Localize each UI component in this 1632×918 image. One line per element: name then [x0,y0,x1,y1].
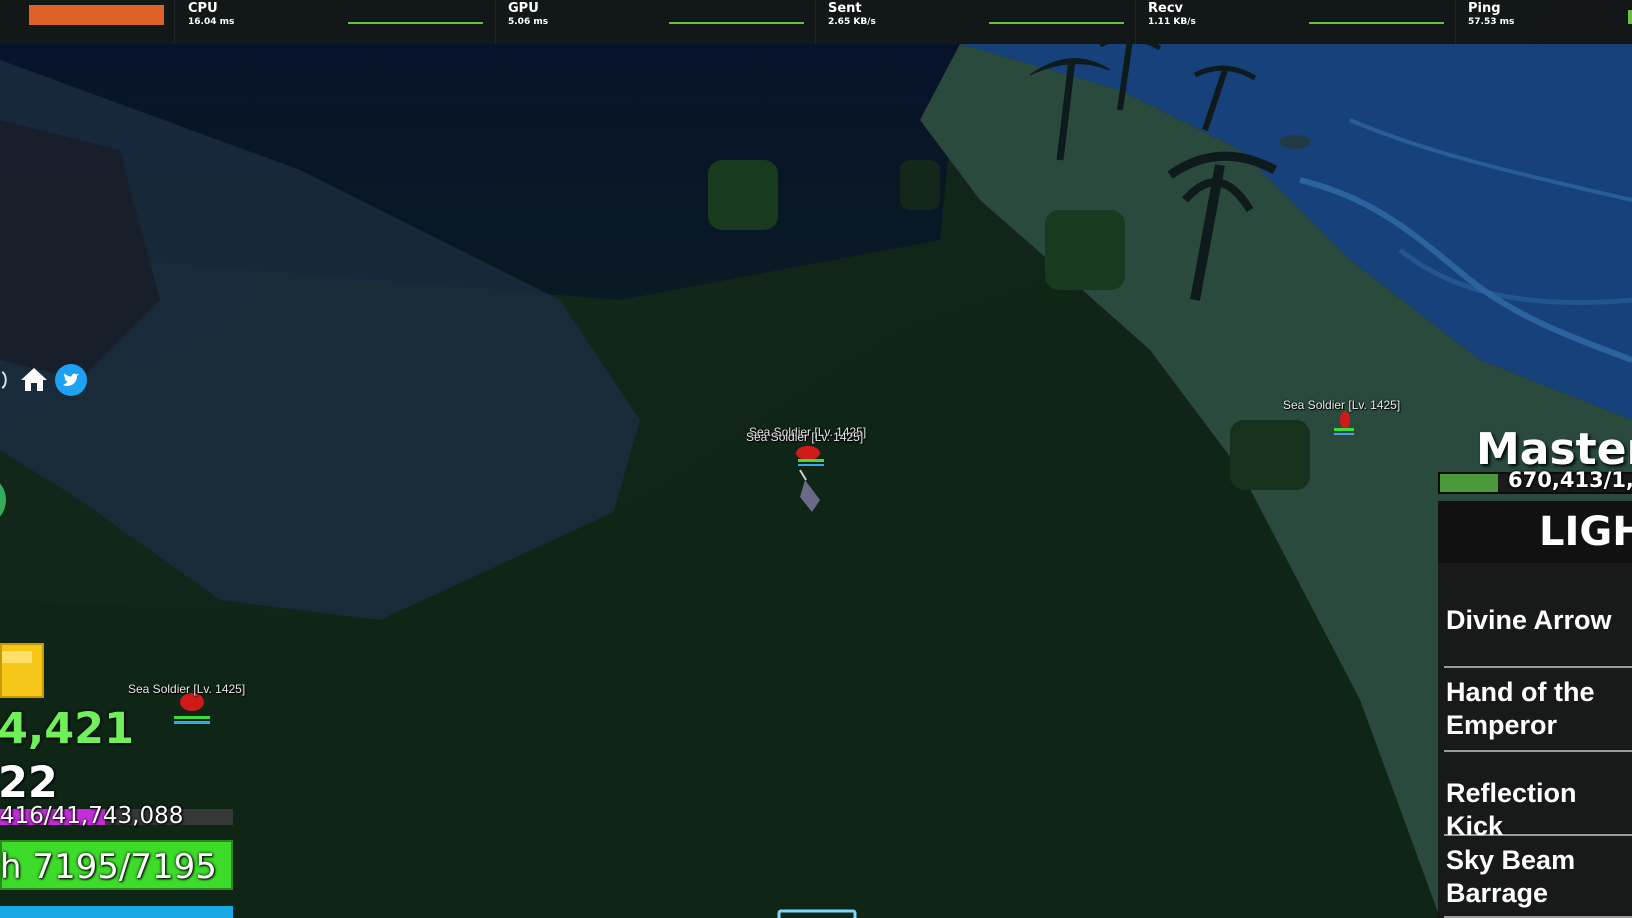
stat-value: 16.04 ms [188,17,235,27]
stat-divider [815,0,816,44]
skill-sky-beam-barrage[interactable]: Sky Beam Barrage [1444,836,1632,918]
stat-cpu: CPU 16.04 ms [188,0,488,44]
npc-nameplate: Sea Soldier [Lv. 1425] [746,430,864,444]
stat-divider [1135,0,1136,44]
stat-recv: Recv 1.11 KB/s [1148,0,1448,44]
skill-reflection-kick[interactable]: Reflection Kick [1444,752,1632,841]
skill-label: Hand of the Emperor [1446,677,1595,740]
stat-divider [495,0,496,44]
npc-nameplate: Sea Soldier [Lv. 1425] [128,682,246,696]
ping-indicator [1628,10,1632,24]
npc-nameplate: Sea Soldier [Lv. 1425] [1283,398,1401,412]
energy-bar [0,906,233,918]
skill-label: Sky Beam Barrage [1446,845,1576,908]
stat-sent: Sent 2.65 KB/s [828,0,1128,44]
stat-graph [989,22,1124,24]
stat-value: 1.11 KB/s [1148,17,1196,27]
stat-graph [348,22,483,24]
twitter-icon[interactable] [55,364,87,396]
stat-divider [174,0,175,44]
stat-name: GPU [508,1,539,16]
stat-graph [669,22,804,24]
skill-divine-arrow[interactable]: Divine Arrow [1444,579,1632,668]
stat-ping: Ping 57.53 ms [1468,0,1632,44]
fragments-counter: 22 [0,758,58,808]
stat-name: Ping [1468,1,1501,16]
stat-graph [1309,22,1444,24]
stat-value: 5.06 ms [508,17,549,27]
beli-counter: 4,421 [0,704,135,754]
skill-label: Reflection Kick [1446,778,1577,841]
stat-name: CPU [188,1,218,16]
mastery-progress-text: 670,413/1,07 [1508,468,1632,492]
stat-gpu: GPU 5.06 ms [508,0,808,44]
discord-icon[interactable] [0,368,10,392]
skill-hand-of-the-emperor[interactable]: Hand of the Emperor [1444,668,1632,752]
panel-header-text: LIGH [1539,509,1632,555]
stat-value: 2.65 KB/s [828,17,876,27]
game-world-background [0,0,1632,918]
stat-name: Sent [828,1,862,16]
currency-icon [0,643,44,698]
performance-stats-bar: CPU 16.04 ms GPU 5.06 ms Sent 2.65 KB/s … [0,0,1632,44]
cpu-indicator [29,5,164,25]
home-icon[interactable] [20,366,48,392]
panel-header: LIGH [1438,501,1632,563]
mastery-bar-fill [1440,474,1499,492]
stat-value: 57.53 ms [1468,17,1515,27]
stat-divider [1455,0,1456,44]
stat-name: Recv [1148,1,1184,16]
exp-text: 416/41,743,088 [0,803,184,829]
skill-label: Divine Arrow [1446,605,1612,635]
skills-panel: LIGH Divine Arrow Hand of the Emperor Re… [1438,501,1632,918]
health-text: h 7195/7195 [0,847,217,887]
